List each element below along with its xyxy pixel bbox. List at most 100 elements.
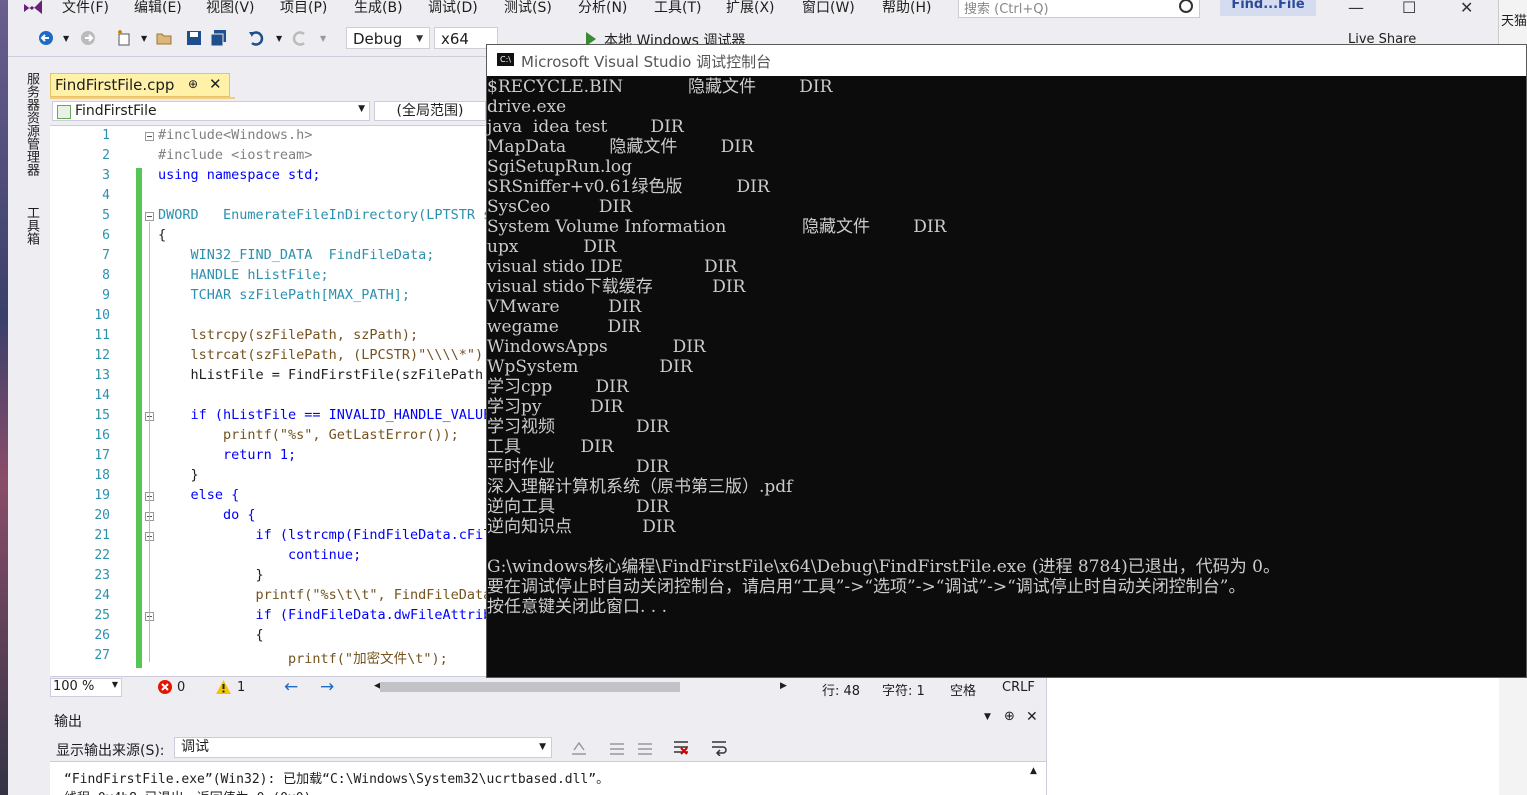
scroll-right-icon[interactable]: ▶ [780,681,787,691]
console-line: WpSystem DIR [487,357,693,377]
code-line: #include <iostream> [158,147,313,163]
word-wrap-icon[interactable] [710,739,728,756]
project-icon [57,105,71,119]
menu-window[interactable]: 窗口(W) [802,0,855,17]
global-scope-combo[interactable]: (全局范围) [374,101,486,121]
pane-menu-icon[interactable]: ▼ [984,712,991,722]
error-icon[interactable] [158,680,172,694]
line-number: 2 [102,148,110,163]
code-line: printf("加密文件\t"); [158,651,448,667]
horizontal-scrollbar[interactable] [380,682,680,692]
code-line: DWORD EnumerateFileInDirectory(LPTSTR sz… [158,207,486,223]
menu-edit[interactable]: 编辑(E) [134,0,182,17]
console-line: visual stido IDE DIR [487,257,738,277]
console-line: drive.exe [487,97,567,117]
pin-pane-icon[interactable]: ⊕ [1004,709,1015,724]
column-indicator[interactable]: 字符: 1 [882,680,925,699]
console-title-bar[interactable]: C:\ Microsoft Visual Studio 调试控制台 [487,45,1526,76]
line-number: 25 [94,608,110,623]
console-line: 工具 DIR [487,437,614,457]
undo-dropdown-icon[interactable]: ▼ [276,34,282,43]
warning-icon[interactable] [216,680,231,694]
desktop-right-text: 天猫 [1501,14,1527,29]
previous-message-icon[interactable] [608,740,626,756]
project-scope-combo[interactable]: FindFirstFile ▼ [52,101,370,121]
output-pane-title: 输出 ▼ ⊕ ✕ [50,708,1046,730]
pin-icon[interactable]: ⊕ [188,77,198,91]
menu-debug[interactable]: 调试(D) [428,0,478,17]
line-number: 18 [94,468,110,483]
find-message-icon[interactable] [570,740,588,756]
new-project-icon[interactable] [116,30,132,46]
collapse-toggle-icon[interactable] [145,132,154,141]
code-line: hListFile = FindFirstFile(szFilePath, &F… [190,367,487,383]
chevron-down-icon: ▼ [358,104,365,114]
code-line: if (FindFileData.dwFileAttributes [255,607,486,623]
open-folder-icon[interactable] [156,30,172,46]
search-box[interactable]: 搜索 (Ctrl+Q) [958,0,1200,18]
line-number: 21 [94,528,110,543]
back-icon[interactable] [38,30,54,46]
menu-help[interactable]: 帮助(H) [882,0,931,17]
menu-tools[interactable]: 工具(T) [654,0,701,17]
output-source-combo[interactable]: 调试 ▼ [174,737,552,758]
forward-icon[interactable] [80,30,96,46]
console-line: VMware DIR [487,297,642,317]
line-indicator[interactable]: 行: 48 [822,680,860,699]
console-line: 学习py DIR [487,397,624,417]
undo-icon[interactable] [248,30,264,46]
chevron-down-icon: ▼ [539,742,546,752]
output-text[interactable]: “FindFirstFile.exe”(Win32): 已加载“C:\Windo… [50,762,1046,795]
close-pane-icon[interactable]: ✕ [1026,709,1038,725]
console-output[interactable]: $RECYCLE.BIN 隐藏文件 DIR drive.exe java idea … [487,77,1526,677]
maximize-icon[interactable]: ☐ [1402,0,1416,17]
code-line: lstrcat(szFilePath, (LPCSTR)"\\\\*"); [158,347,487,363]
code-line: using namespace std; [158,167,321,183]
menu-project[interactable]: 项目(P) [280,0,327,17]
menu-view[interactable]: 视图(V) [206,0,255,17]
redo-dropdown-icon[interactable]: ▼ [320,34,326,43]
spaces-indicator[interactable]: 空格 [950,680,976,699]
close-window-icon[interactable]: ✕ [1460,0,1473,17]
menu-test[interactable]: 测试(S) [504,0,552,17]
document-tab-label: FindFirstFile.cpp [55,76,175,94]
back-dropdown-icon[interactable]: ▼ [63,34,69,43]
line-number: 15 [94,408,110,423]
save-icon[interactable] [186,30,202,46]
menu-build[interactable]: 生成(B) [354,0,403,17]
redo-icon[interactable] [292,30,308,46]
output-source-label: 显示输出来源(S): [56,743,165,759]
line-number: 27 [94,648,110,663]
previous-issue-arrow-icon[interactable]: ← [284,677,298,697]
zoom-combo[interactable]: 100 % ▼ [50,678,122,697]
eol-indicator[interactable]: CRLF [1002,680,1035,695]
server-explorer-tab[interactable]: 服务器资源管理器 [22,72,41,176]
new-dropdown-icon[interactable]: ▼ [141,34,147,43]
menu-file[interactable]: 文件(F) [62,0,109,17]
search-icon [1179,0,1193,13]
toolbox-tab[interactable]: 工具箱 [22,206,41,245]
debug-console-window[interactable]: C:\ Microsoft Visual Studio 调试控制台 $RECYC… [486,44,1527,678]
save-all-icon[interactable] [211,30,227,46]
collapse-toggle-icon[interactable] [145,212,154,221]
config-combo[interactable]: Debug ▼ [346,27,430,49]
code-editor[interactable]: 1 2 3 4 5 6 7 8 9 10 11 12 13 14 15 16 17 18 19 20 21 22 23 24 2… [50,126,486,676]
console-line: SgiSetupRun.log [487,157,632,177]
minimize-icon[interactable]: — [1348,0,1364,17]
code-line: { [158,627,264,643]
line-number: 3 [102,168,110,183]
line-number: 17 [94,448,110,463]
search-placeholder: 搜索 (Ctrl+Q) [964,2,1049,17]
menu-extensions[interactable]: 扩展(X) [726,0,775,17]
console-line: MapData 隐藏文件 DIR [487,137,754,157]
code-line: { [158,227,167,243]
next-issue-arrow-icon[interactable]: → [320,677,334,697]
line-number: 9 [102,288,110,303]
scroll-up-icon[interactable]: ▲ [1030,766,1037,776]
document-tab[interactable]: FindFirstFile.cpp ⊕ ✕ [50,73,230,97]
close-tab-icon[interactable]: ✕ [209,75,222,93]
next-message-icon[interactable] [636,740,654,756]
clear-all-icon[interactable] [672,739,690,756]
code-line: #include<Windows.h> [158,127,313,143]
menu-analyze[interactable]: 分析(N) [578,0,627,17]
